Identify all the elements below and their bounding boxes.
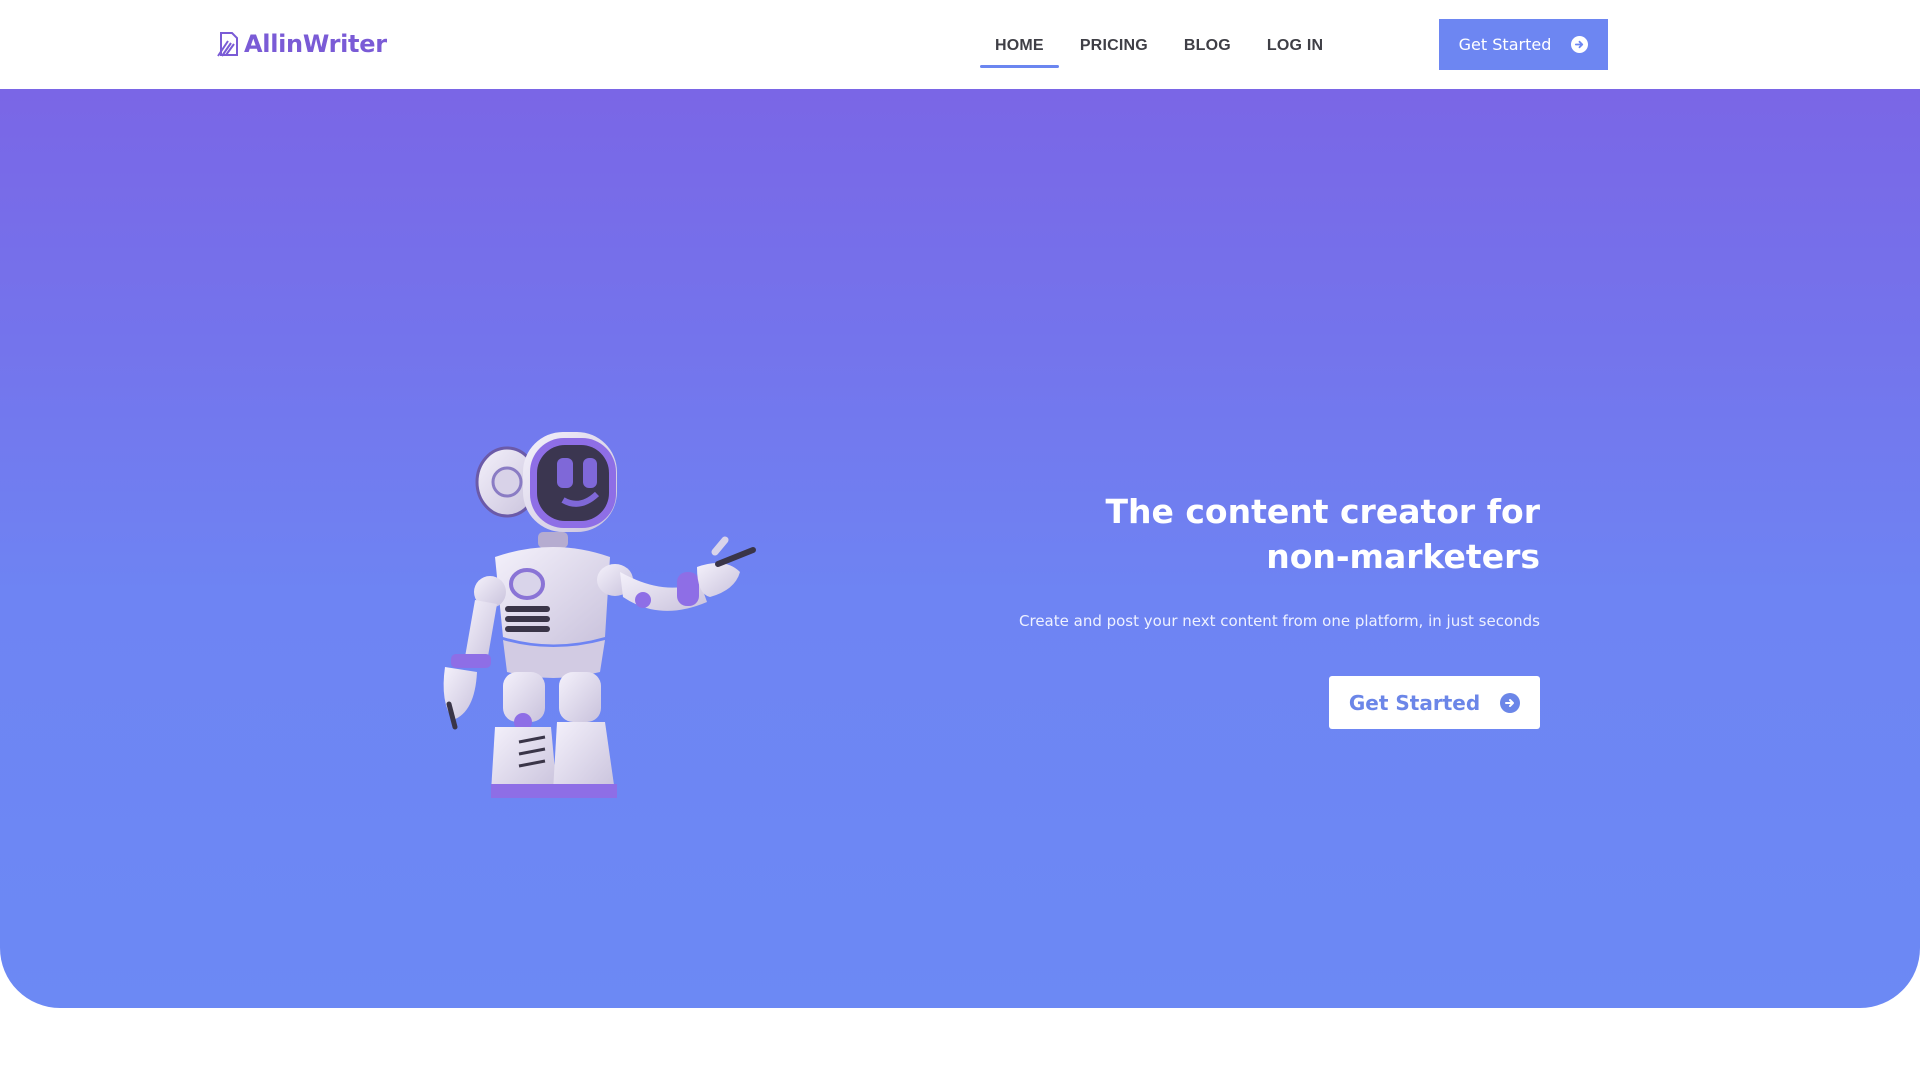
hero-get-started-button[interactable]: Get Started (1329, 676, 1540, 729)
main-nav: HOME PRICING BLOG LOG IN (980, 24, 1344, 68)
hero-title-line2: non-marketers (1266, 537, 1540, 576)
site-header: AllinWriter HOME PRICING BLOG LOG IN Get… (0, 0, 1920, 89)
hero-section: The content creator for non-marketers Cr… (0, 89, 1920, 1008)
header-get-started-label: Get Started (1458, 35, 1552, 54)
logo-link[interactable]: AllinWriter (216, 28, 387, 60)
nav-pricing-label: PRICING (1079, 37, 1148, 54)
nav-blog[interactable]: BLOG (1169, 24, 1246, 68)
nav-pricing[interactable]: PRICING (1065, 24, 1163, 68)
nav-home[interactable]: HOME (980, 24, 1059, 68)
nav-login[interactable]: LOG IN (1252, 24, 1338, 68)
arrow-circle-right-icon (1571, 36, 1589, 53)
arrow-circle-right-icon (1500, 692, 1521, 713)
hero-subtitle: Create and post your next content from o… (1019, 612, 1540, 630)
hero-get-started-label: Get Started (1348, 690, 1481, 715)
logo-icon (217, 32, 238, 57)
robot-illustration (443, 432, 756, 798)
hero-title: The content creator for non-marketers (940, 489, 1540, 579)
nav-login-label: LOG IN (1266, 37, 1324, 54)
nav-home-label: HOME (995, 37, 1044, 54)
nav-blog-label: BLOG (1183, 37, 1231, 54)
logo-text: AllinWriter (244, 30, 387, 58)
header-get-started-button[interactable]: Get Started (1439, 19, 1608, 70)
hero-title-line1: The content creator for (1105, 492, 1540, 531)
